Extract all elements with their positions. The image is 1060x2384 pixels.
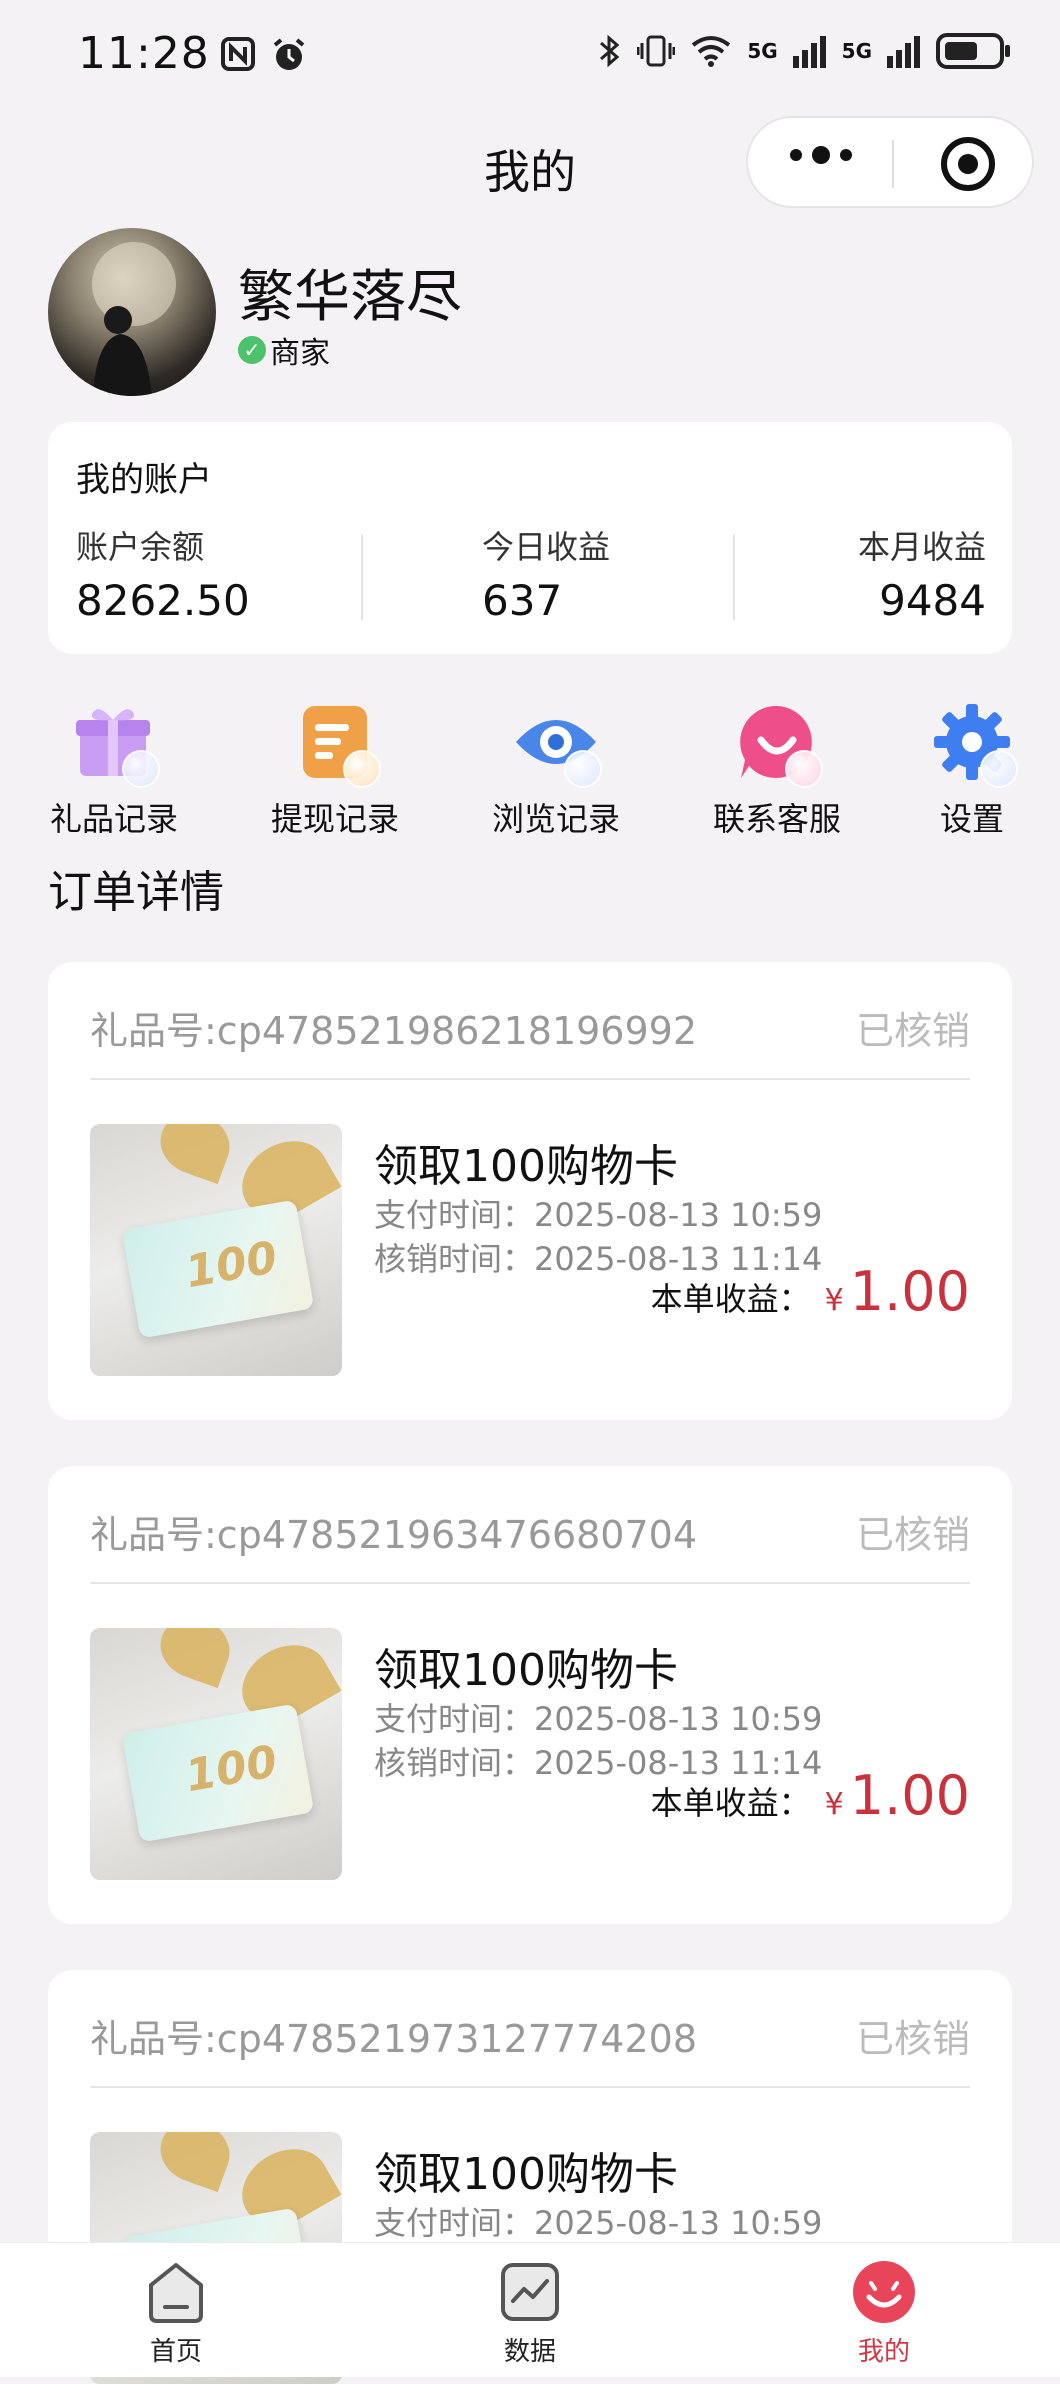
today-value: 637 (482, 576, 563, 625)
signal-icon (792, 36, 826, 68)
signal-icon (887, 36, 920, 68)
menu-label: 提现记录 (270, 800, 399, 838)
today-stat: 今日收益 637 (482, 522, 610, 625)
smile-icon (853, 2261, 915, 2323)
status-left-icons (220, 36, 308, 74)
role-label: 商家 (270, 336, 330, 371)
tab-label: 我的 (857, 2337, 910, 2367)
month-value: 9484 (879, 576, 986, 625)
gift-card-value: 100 (181, 1736, 282, 1803)
menu-label: 浏览记录 (491, 800, 620, 838)
capsule-divider (892, 140, 894, 188)
pay-time: 支付时间：2025-08-13 10:59 (374, 1196, 823, 1234)
network-type-1: 5G (747, 39, 778, 63)
more-button[interactable] (790, 146, 852, 164)
account-title: 我的账户 (76, 460, 212, 500)
menu-label: 礼品记录 (49, 800, 178, 838)
order-status: 已核销 (855, 2017, 970, 2061)
order-divider (90, 1078, 970, 1080)
gear-icon (930, 700, 1018, 788)
order-status: 已核销 (855, 1513, 970, 1557)
order-header: 礼品号:cp478521986218196992 已核销 (90, 1000, 970, 1055)
status-right: 5G 5G (597, 32, 1012, 70)
gift-number: 礼品号:cp478521986218196992 (90, 1009, 697, 1053)
balance-label: 账户余额 (76, 528, 205, 566)
order-status: 已核销 (855, 1009, 970, 1053)
gift-card-value: 100 (181, 1232, 282, 1299)
product-name: 领取100购物卡 (374, 1645, 678, 1696)
account-card: 我的账户 账户余额 8262.50 今日收益 637 本月收益 9484 (48, 422, 1012, 654)
product-name: 领取100购物卡 (374, 2149, 678, 2200)
close-target-icon[interactable] (940, 136, 996, 192)
status-time: 11:28 (78, 28, 210, 79)
eye-icon (514, 700, 602, 788)
menu-settings[interactable]: 设置 (892, 700, 1052, 840)
gift-number: 礼品号:cp478521973127774208 (90, 2017, 697, 2061)
tab-bar: 首页 数据 我的 (0, 2242, 1060, 2377)
gift-icon (72, 700, 160, 788)
tab-mine[interactable]: 我的 (804, 2259, 964, 2368)
stat-divider (733, 534, 735, 620)
earnings-amount: 1.00 (849, 1260, 970, 1323)
avatar-person-icon (92, 242, 176, 396)
earnings-label: 本单收益： (650, 1784, 811, 1822)
vibrate-icon (637, 35, 676, 67)
order-card[interactable]: 礼品号:cp478521963476680704 已核销 100 领取100购物… (48, 1466, 1012, 1924)
bluetooth-icon (600, 34, 620, 68)
gift-card-graphic: 100 (121, 1703, 315, 1843)
currency-symbol: ¥ (824, 1787, 844, 1822)
pay-time: 支付时间：2025-08-13 10:59 (374, 2204, 823, 2242)
product-name: 领取100购物卡 (374, 1141, 678, 1192)
mini-program-capsule (746, 116, 1034, 208)
tab-home[interactable]: 首页 (96, 2259, 256, 2368)
tab-label: 首页 (149, 2337, 202, 2367)
menu-contact-service[interactable]: 联系客服 (697, 700, 857, 840)
pay-time: 支付时间：2025-08-13 10:59 (374, 1700, 823, 1738)
order-card[interactable]: 礼品号:cp478521986218196992 已核销 100 领取100购物… (48, 962, 1012, 1420)
menu-label: 设置 (939, 800, 1004, 838)
menu-label: 联系客服 (712, 800, 841, 838)
order-earnings: 本单收益： ¥ 1.00 (651, 1764, 970, 1827)
earnings-amount: 1.00 (849, 1764, 970, 1827)
verified-check-icon: ✓ (238, 336, 266, 364)
section-title: 订单详情 (48, 867, 224, 918)
stat-divider (361, 534, 363, 620)
earnings-label: 本单收益： (650, 1280, 811, 1318)
username: 繁华落尽 (238, 265, 462, 330)
service-icon (735, 700, 823, 788)
order-header: 礼品号:cp478521973127774208 已核销 (90, 2008, 970, 2063)
month-label: 本月收益 (857, 528, 986, 566)
tab-data[interactable]: 数据 (450, 2259, 610, 2368)
today-label: 今日收益 (482, 528, 611, 566)
balance-stat: 账户余额 8262.50 (76, 522, 250, 625)
avatar[interactable] (48, 228, 216, 396)
product-image: 100 (90, 1124, 342, 1376)
tab-label: 数据 (503, 2337, 556, 2367)
order-earnings: 本单收益： ¥ 1.00 (651, 1260, 970, 1323)
menu-withdraw-records[interactable]: 提现记录 (255, 700, 415, 840)
menu-gift-records[interactable]: 礼品记录 (34, 700, 194, 840)
role-badge: ✓ 商家 (238, 328, 330, 372)
gift-card-graphic: 100 (121, 1199, 315, 1339)
month-stat: 本月收益 9484 (858, 522, 986, 625)
order-header: 礼品号:cp478521963476680704 已核销 (90, 1504, 970, 1559)
chart-icon (501, 2263, 559, 2321)
wifi-icon (692, 36, 731, 67)
order-card[interactable]: 礼品号:cp478521973127774208 已核销 100 领取100购物… (48, 1970, 1012, 2384)
balance-value: 8262.50 (76, 576, 250, 625)
product-image: 100 (90, 1628, 342, 1880)
nfc-icon (221, 37, 255, 71)
network-type-2: 5G (841, 39, 872, 63)
menu-browse-records[interactable]: 浏览记录 (476, 700, 636, 840)
alarm-icon (273, 38, 305, 70)
home-icon (149, 2263, 203, 2323)
battery-icon (936, 33, 1010, 69)
order-divider (90, 1582, 970, 1584)
gift-number: 礼品号:cp478521963476680704 (90, 1513, 697, 1557)
order-divider (90, 2086, 970, 2088)
document-icon (293, 700, 381, 788)
currency-symbol: ¥ (824, 1283, 844, 1318)
